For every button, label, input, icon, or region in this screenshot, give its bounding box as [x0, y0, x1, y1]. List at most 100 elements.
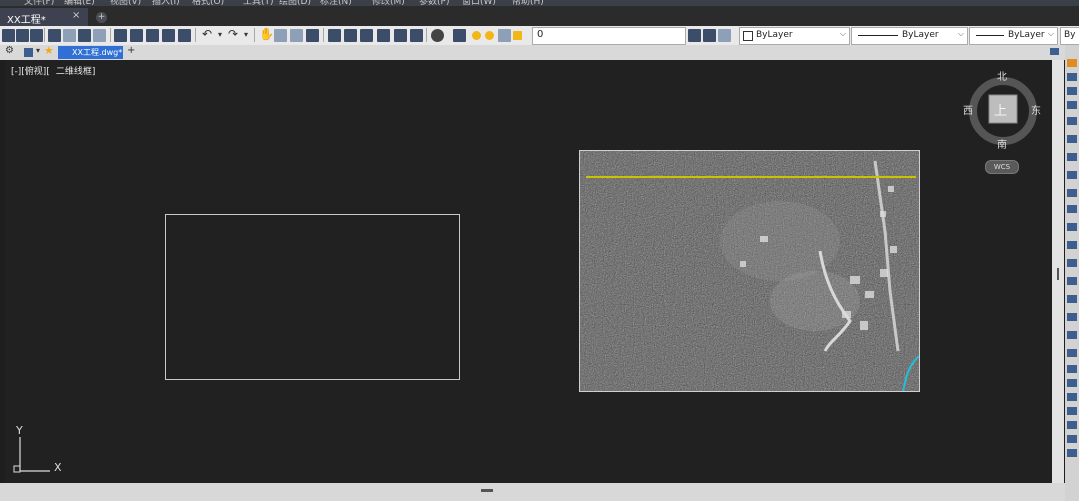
ucs-y-label: Y [16, 424, 23, 437]
send-back-icon[interactable] [1067, 421, 1077, 429]
explode-icon[interactable] [1067, 331, 1077, 339]
erase-icon[interactable] [1067, 59, 1077, 67]
redo-icon[interactable]: ↷ [228, 27, 238, 41]
viewport-controls[interactable]: [-][俯视][ 二维线框] [11, 64, 95, 77]
close-icon[interactable]: × [72, 10, 80, 21]
redo-dropdown-icon[interactable]: ▾ [244, 30, 248, 39]
fillet-icon[interactable] [1067, 295, 1077, 303]
horizontal-scrollbar[interactable] [0, 483, 1065, 501]
align-icon[interactable] [1067, 349, 1077, 357]
plotstyle-dropdown[interactable]: By [1060, 27, 1079, 45]
plotstyle-dropdown-value: By [1064, 30, 1076, 40]
3d-print-icon[interactable] [93, 29, 106, 42]
viewcube-face-label[interactable]: 上 [994, 100, 1007, 119]
copy-object-icon[interactable] [1067, 73, 1077, 81]
save-icon[interactable] [30, 29, 43, 42]
trim-icon[interactable] [1067, 205, 1077, 213]
stretch-icon[interactable] [1067, 189, 1077, 197]
markup-icon[interactable] [394, 29, 407, 42]
chevron-down-icon[interactable]: ▾ [36, 46, 40, 55]
rotate-icon[interactable] [1067, 153, 1077, 161]
make-current-layer-icon[interactable] [688, 29, 701, 42]
star-icon[interactable]: ★ [44, 44, 54, 57]
viewport-view-label[interactable]: [-][俯视][ [11, 67, 50, 77]
group-icon[interactable] [1067, 365, 1077, 373]
print-icon[interactable] [48, 29, 61, 42]
vertical-scrollbar[interactable] [1052, 60, 1064, 483]
offset-icon[interactable] [1067, 101, 1077, 109]
color-dropdown[interactable]: ByLayer ⌵ [739, 27, 850, 45]
publish-icon[interactable] [78, 29, 91, 42]
layer-previous-icon[interactable] [703, 29, 716, 42]
compass-west[interactable]: 西 [963, 102, 973, 117]
layer-on-icon[interactable] [472, 31, 481, 40]
quickcalc-icon[interactable] [410, 29, 423, 42]
text-front-icon[interactable] [1067, 435, 1077, 443]
layer-thaw-icon[interactable] [485, 31, 494, 40]
help-icon[interactable] [431, 29, 444, 42]
separator [195, 28, 196, 42]
gear-icon[interactable]: ⚙ [5, 45, 14, 56]
layer-dropdown[interactable]: 0 [532, 27, 686, 45]
compass-east[interactable]: 东 [1031, 102, 1041, 117]
zoom-previous-icon[interactable] [306, 29, 319, 42]
extend-icon[interactable] [1067, 223, 1077, 231]
plot-preview-icon[interactable] [63, 29, 76, 42]
new-tab-button[interactable]: + [96, 12, 107, 23]
undo-dropdown-icon[interactable]: ▾ [218, 30, 222, 39]
sheet-set-icon[interactable] [377, 29, 390, 42]
undo-icon[interactable]: ↶ [202, 27, 212, 41]
new-file-icon[interactable] [2, 29, 15, 42]
layer-states-icon[interactable] [718, 29, 731, 42]
scale-icon[interactable] [1067, 171, 1077, 179]
cut-icon[interactable] [114, 29, 127, 42]
ungroup-icon[interactable] [1067, 379, 1077, 387]
join-icon[interactable] [1067, 259, 1077, 267]
restore-icon[interactable] [1050, 48, 1059, 55]
document-tab[interactable]: XX工程* × [0, 8, 88, 26]
compass-north[interactable]: 北 [997, 68, 1007, 83]
tool-palettes-icon[interactable] [360, 29, 373, 42]
zoom-realtime-icon[interactable] [274, 29, 287, 42]
copy-icon[interactable] [130, 29, 143, 42]
break-icon[interactable] [1067, 241, 1077, 249]
layer-viewport-icon[interactable] [498, 29, 511, 42]
open-file-icon[interactable] [16, 29, 29, 42]
properties-icon[interactable] [328, 29, 341, 42]
array-icon[interactable] [1067, 117, 1077, 125]
bring-front-icon[interactable] [1067, 407, 1077, 415]
lineweight-dropdown[interactable]: ByLayer ⌵ [969, 27, 1058, 45]
aerial-photo [580, 151, 919, 391]
pan-icon[interactable]: ✋ [259, 27, 274, 41]
compass-south[interactable]: 南 [997, 136, 1007, 151]
file-tab[interactable]: XX工程.dwg* [58, 46, 123, 59]
move-icon[interactable] [1067, 135, 1077, 143]
separator [254, 28, 255, 42]
visual-style-label[interactable]: 二维线框] [56, 67, 96, 77]
separator [323, 28, 324, 42]
design-center-icon[interactable] [344, 29, 357, 42]
match-properties-icon[interactable] [162, 29, 175, 42]
wcs-menu[interactable]: WCS [985, 160, 1019, 174]
add-file-tab-button[interactable]: + [127, 45, 135, 56]
rectangle-shape[interactable] [165, 214, 460, 380]
chamfer-icon[interactable] [1067, 277, 1077, 285]
grid-icon[interactable] [24, 48, 33, 57]
draw-order-icon[interactable] [1067, 393, 1077, 401]
color-dropdown-value: ByLayer [756, 30, 793, 40]
raster-image[interactable] [579, 150, 920, 392]
linetype-dropdown[interactable]: ByLayer ⌵ [851, 27, 968, 45]
chevron-down-icon: ⌵ [957, 29, 964, 38]
scroll-grip[interactable] [481, 489, 493, 492]
linetype-dropdown-value: ByLayer [902, 30, 939, 40]
scroll-grip[interactable] [1057, 268, 1059, 280]
layer-properties-icon[interactable] [453, 29, 466, 42]
paste-icon[interactable] [146, 29, 159, 42]
mirror-icon[interactable] [1067, 87, 1077, 95]
layer-lock-icon[interactable] [513, 31, 522, 40]
block-editor-icon[interactable] [178, 29, 191, 42]
zoom-window-icon[interactable] [290, 29, 303, 42]
blend-icon[interactable] [1067, 313, 1077, 321]
chevron-down-icon: ⌵ [839, 29, 846, 38]
hatch-back-icon[interactable] [1067, 449, 1077, 457]
